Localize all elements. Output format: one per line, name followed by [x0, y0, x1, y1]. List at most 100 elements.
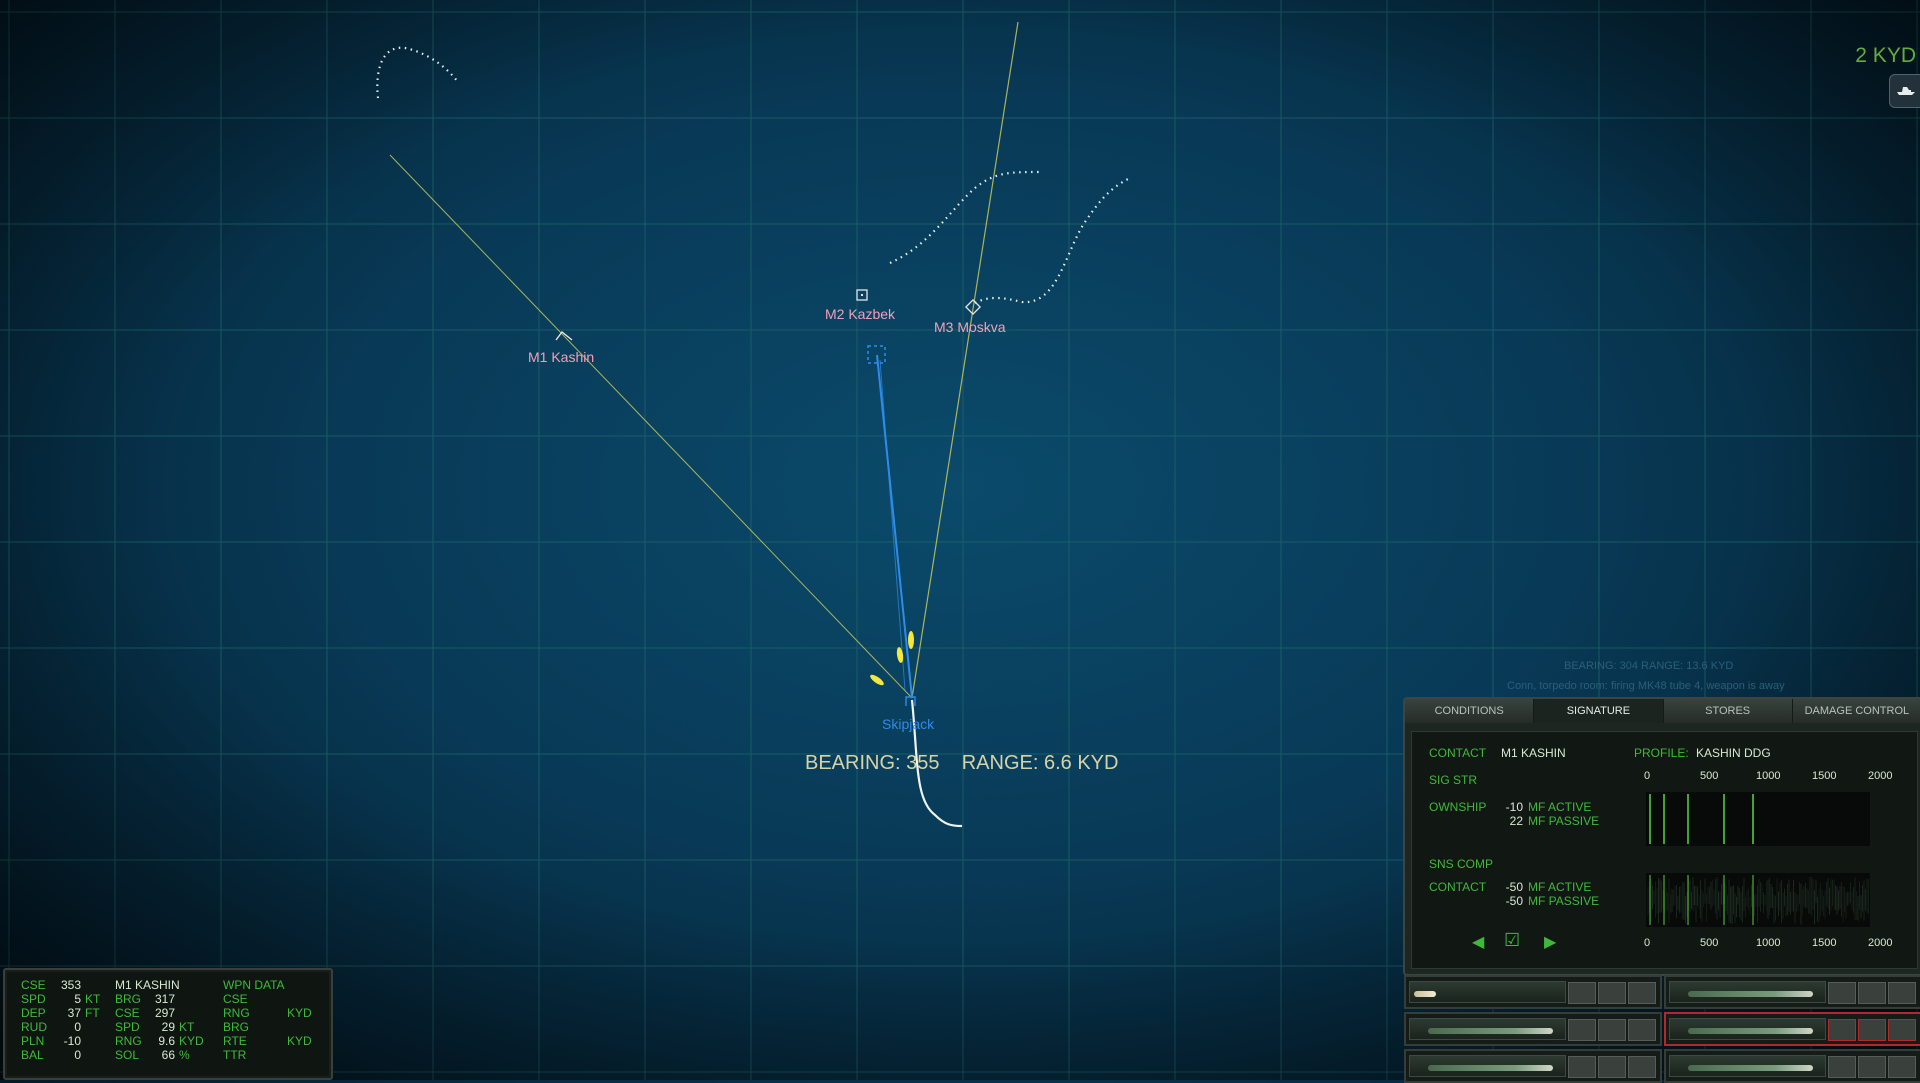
tube-button[interactable] — [1828, 1056, 1856, 1078]
status-bearing-range: BEARING: 304 RANGE: 13.6 KYD — [1564, 660, 1734, 672]
contact-label-m3[interactable]: M3 Moskva — [934, 319, 1006, 335]
axis-tick-label: 500 — [1700, 937, 1719, 949]
torpedo-icon — [1688, 1028, 1813, 1034]
ownship-label[interactable]: Skipjack — [882, 716, 935, 732]
tube-button[interactable] — [1568, 982, 1596, 1004]
sig-str-label: SIG STR — [1429, 773, 1478, 787]
tube-button[interactable] — [1568, 1019, 1596, 1041]
tube-body — [1669, 1055, 1826, 1077]
tma-row: PLN -10 — [21, 1034, 111, 1048]
tube-button[interactable] — [1828, 982, 1856, 1004]
axis-tick-label: 1000 — [1756, 937, 1781, 949]
tab-damage-control[interactable]: DAMAGE CONTROL — [1792, 699, 1920, 723]
tma-row: RUD 0 — [21, 1020, 111, 1034]
axis-tick-label: 2000 — [1868, 770, 1893, 782]
tube-body — [1409, 981, 1566, 1003]
contact-label-m1[interactable]: M1 Kashin — [528, 349, 594, 365]
tab-conditions[interactable]: CONDITIONS — [1405, 699, 1535, 723]
tab-signature[interactable]: SIGNATURE — [1534, 699, 1664, 723]
tma-key: BRG — [223, 1020, 250, 1034]
axis-tick-label: 500 — [1700, 770, 1719, 782]
tma-unit: KYD — [287, 1006, 312, 1020]
ownship-passive-value: 22 — [1509, 814, 1523, 828]
confirm-checkbox-icon[interactable]: ☑ — [1504, 930, 1520, 951]
tube-button[interactable] — [1888, 1056, 1916, 1078]
tma-row: CSE — [223, 992, 323, 1006]
tube-button[interactable] — [1858, 1056, 1886, 1078]
tma-value: 37 — [67, 1006, 81, 1020]
tube-body — [1669, 981, 1826, 1003]
tma-key: CSE — [115, 1006, 140, 1020]
contact-label-m2[interactable]: M2 Kazbek — [825, 306, 896, 322]
tma-unit: FT — [85, 1006, 100, 1020]
contact-track-m3 — [974, 177, 1131, 304]
tube-button[interactable] — [1598, 982, 1626, 1004]
torpedo-icon — [1428, 1065, 1553, 1071]
weapon-tube-4[interactable] — [1664, 1012, 1920, 1046]
tube-button[interactable] — [1598, 1056, 1626, 1078]
tma-key: RTE — [223, 1034, 247, 1048]
ownship-marker-icon[interactable] — [905, 696, 916, 706]
axis-tick-label: 1500 — [1812, 770, 1837, 782]
torpedo-icon — [1688, 991, 1813, 997]
tma-value: -10 — [63, 1034, 81, 1048]
weapon-data-title: WPN DATA — [223, 978, 285, 992]
tma-key: DEP — [21, 1006, 46, 1020]
weapon-tube-3[interactable] — [1404, 1012, 1662, 1046]
tma-key: SPD — [21, 992, 46, 1006]
tma-unit: KT — [179, 1020, 195, 1034]
torpedo-icon — [1428, 1028, 1553, 1034]
next-arrow-icon[interactable]: ▶ — [1544, 932, 1556, 952]
tma-value: 0 — [74, 1048, 81, 1062]
tube-button[interactable] — [1828, 1019, 1856, 1041]
tab-stores[interactable]: STORES — [1663, 699, 1793, 723]
signature-view: CONTACT M1 KASHIN PROFILE: KASHIN DDG SI… — [1411, 731, 1918, 969]
tube-button[interactable] — [1888, 982, 1916, 1004]
torpedo-marker-icon — [867, 345, 886, 364]
sns-comp-label: SNS COMP — [1429, 857, 1494, 871]
contact-signature-scope — [1646, 873, 1870, 927]
tube-button[interactable] — [1888, 1019, 1916, 1041]
weapon-tube-1[interactable] — [1404, 975, 1662, 1009]
weapon-tube-2[interactable] — [1664, 975, 1920, 1009]
tube-button[interactable] — [1598, 1019, 1626, 1041]
tma-value: 0 — [74, 1020, 81, 1034]
torpedo-wire — [876, 354, 913, 699]
axis-tick-label: 1000 — [1756, 770, 1781, 782]
prev-arrow-icon[interactable]: ◀ — [1472, 932, 1484, 952]
bearing-line-m1 — [389, 154, 913, 699]
ship-icon — [1897, 87, 1915, 95]
tube-button[interactable] — [1858, 1019, 1886, 1041]
tma-key: PLN — [21, 1034, 45, 1048]
tube-button[interactable] — [1568, 1056, 1596, 1078]
tma-row: DEP 37 FT — [21, 1006, 111, 1020]
tma-value: 66 — [161, 1048, 175, 1062]
tma-row: RTE KYD — [223, 1034, 323, 1048]
ship-toggle-button[interactable] — [1889, 74, 1920, 108]
tube-button[interactable] — [1628, 982, 1656, 1004]
contact-passive-value: -50 — [1505, 894, 1523, 908]
ownship-active-value: -10 — [1505, 800, 1523, 814]
target-name: M1 KASHIN — [115, 978, 180, 992]
panel-tabs: CONDITIONS SIGNATURE STORES DAMAGE CONTR… — [1405, 699, 1920, 725]
tube-button[interactable] — [1858, 982, 1886, 1004]
tma-unit: KYD — [287, 1034, 312, 1048]
weapon-tube-6[interactable] — [1664, 1049, 1920, 1083]
tma-row: CSE 353 — [21, 978, 111, 992]
mf-active-label-2: MF ACTIVE — [1528, 880, 1592, 894]
tma-row: SPD 29 KT — [115, 1020, 215, 1034]
torpedo-icon — [1688, 1065, 1813, 1071]
bearing-line-m3 — [911, 21, 1019, 699]
tma-value: 353 — [60, 978, 81, 992]
tma-row: RNG 9.6 KYD — [115, 1034, 215, 1048]
tma-value: 317 — [154, 992, 175, 1006]
tube-button[interactable] — [1628, 1056, 1656, 1078]
contact-row-label: CONTACT — [1429, 880, 1487, 894]
tube-button[interactable] — [1628, 1019, 1656, 1041]
ship-systems-panel: CONDITIONS SIGNATURE STORES DAMAGE CONTR… — [1403, 697, 1920, 976]
weapon-tube-5[interactable] — [1404, 1049, 1662, 1083]
weapon-data-column: WPN DATA CSE RNG KYD BRG RTE KYD TTR — [223, 978, 323, 1062]
profile-value: KASHIN DDG — [1696, 746, 1771, 760]
tube-body — [1409, 1055, 1566, 1077]
contact-track-m1 — [376, 46, 459, 99]
